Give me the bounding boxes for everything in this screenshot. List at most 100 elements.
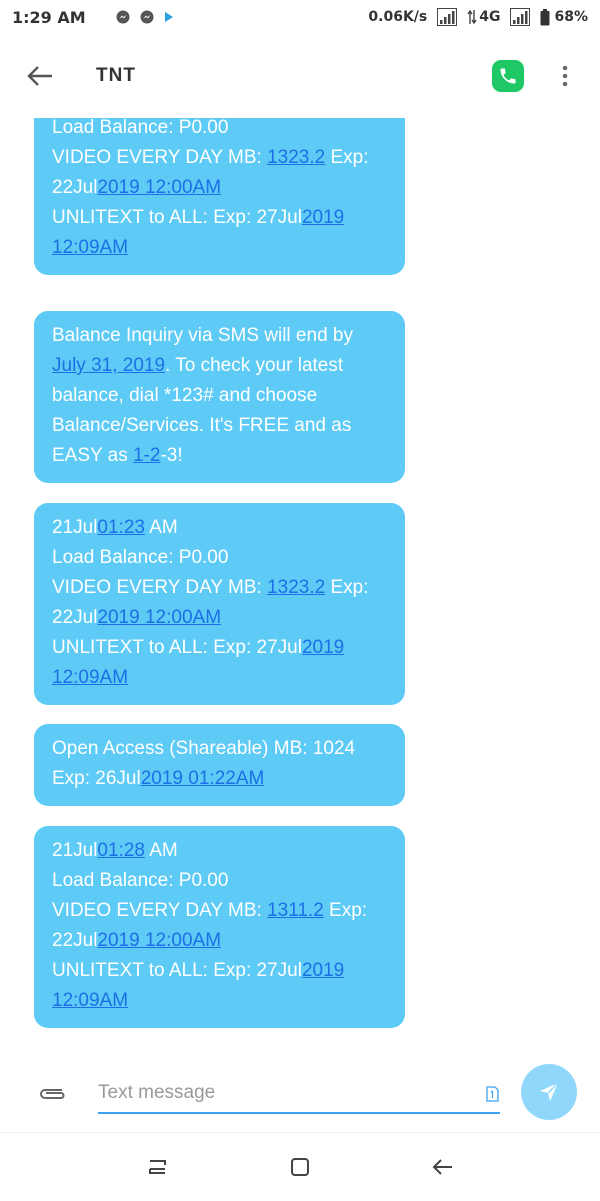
message-bubble[interactable]: 21Jul01:23 AM Load Balance: P0.00 VIDEO EV… [34,503,405,705]
home-icon [291,1158,309,1176]
message-link[interactable]: 12:09AM [52,667,128,688]
message-line: Load Balance: P0.00 [52,866,387,896]
message-link[interactable]: 01:23 [97,517,145,538]
message-bubble[interactable]: Balance Inquiry via SMS will end by July … [34,311,405,483]
message-text: 22Jul [52,930,98,951]
message-link[interactable]: 2019 12:00AM [97,177,221,198]
send-button[interactable] [521,1064,577,1120]
messenger-icon [116,10,130,24]
message-line: Load Balance: P0.00 [52,118,387,143]
message-link[interactable]: 01:28 [97,840,145,861]
attach-button[interactable] [34,1076,70,1112]
message-link[interactable]: 1323.2 [267,577,325,598]
phone-icon [500,68,516,84]
message-link[interactable]: 2019 [302,207,344,228]
message-text: Exp: [325,147,369,168]
message-input[interactable] [98,1074,500,1114]
battery-level: 68% [554,9,588,25]
message-line: July 31, 2019. To check your latest [52,351,387,381]
call-button[interactable] [492,60,524,92]
message-link[interactable]: 12:09AM [52,990,128,1011]
message-link[interactable]: 1323.2 [267,147,325,168]
conversation-header: TNT [0,34,600,118]
message-text: AM [144,840,178,861]
message-text: EASY as [52,445,133,466]
back-icon [432,1159,452,1175]
message-text: Open Access (Shareable) MB: 1024 [52,738,356,759]
message-link[interactable]: 2019 [302,960,344,981]
recent-apps-button[interactable] [140,1151,176,1183]
message-text: UNLITEXT to ALL: Exp: 27Jul [52,960,302,981]
message-text: VIDEO EVERY DAY MB: [52,577,268,598]
message-text: Balance/Services. It's FREE and as [52,415,352,436]
message-link[interactable]: 1-2 [133,445,160,466]
message-line: 22Jul2019 12:00AM [52,926,387,956]
message-bubble[interactable]: Open Access (Shareable) MB: 1024 Exp: 26J… [34,724,405,806]
back-nav-button[interactable] [424,1151,460,1183]
send-icon [540,1082,559,1101]
message-text: VIDEO EVERY DAY MB: [52,147,268,168]
message-link[interactable]: 2019 12:00AM [97,930,221,951]
message-line: Exp: 26Jul2019 01:22AM [52,764,387,794]
message-line: Balance/Services. It's FREE and as [52,411,387,441]
message-text: balance, dial *123# and choose [52,385,318,406]
compose-bar [0,1058,600,1130]
message-text: UNLITEXT to ALL: Exp: 27Jul [52,207,302,228]
status-time: 1:29 AM [12,7,86,27]
message-text: Exp: 26Jul [52,768,141,789]
message-line: UNLITEXT to ALL: Exp: 27Jul2019 [52,633,387,663]
message-line: 21Jul01:28 AM [52,836,387,866]
message-text: Load Balance: P0.00 [52,118,229,138]
battery-icon [540,8,550,26]
message-link[interactable]: July 31, 2019 [52,355,165,376]
recent-apps-icon [149,1160,166,1174]
message-line: balance, dial *123# and choose [52,381,387,411]
messenger-icon [140,10,154,24]
message-line: UNLITEXT to ALL: Exp: 27Jul2019 [52,203,387,233]
network-speed: 0.06K/s [368,9,428,25]
message-line: Open Access (Shareable) MB: 1024 [52,734,387,764]
contact-name: TNT [96,65,136,86]
message-list[interactable]: 21Jul01:23 AMLoad Balance: P0.00VIDEO EV… [0,118,600,1043]
message-link[interactable]: 2019 01:22AM [141,768,265,789]
message-link[interactable]: 12:09AM [52,237,128,258]
home-button[interactable] [282,1151,318,1183]
message-text: 22Jul [52,607,98,628]
message-line: 22Jul2019 12:00AM [52,173,387,203]
message-line: 12:09AM [52,986,387,1016]
message-line: VIDEO EVERY DAY MB: 1323.2 Exp: [52,143,387,173]
message-text: Balance Inquiry via SMS will end by [52,325,353,346]
message-text: -3! [160,445,183,466]
message-text: Load Balance: P0.00 [52,547,229,568]
arrow-left-icon [27,66,52,86]
message-line: 12:09AM [52,663,387,693]
more-vert-icon [562,65,568,87]
message-link[interactable]: 1311.2 [267,900,324,921]
message-line: Load Balance: P0.00 [52,543,387,573]
signal-icon [510,8,531,26]
message-text: . To check your latest [165,355,344,376]
back-button[interactable] [20,56,60,96]
message-bubble[interactable]: 21Jul01:23 AMLoad Balance: P0.00VIDEO EV… [34,118,405,275]
message-text: AM [144,517,178,538]
data-arrows-icon [467,9,477,25]
network-type: 4G [479,9,501,25]
message-line: 12:09AM [52,233,387,263]
message-text: 21Jul [52,517,98,538]
message-line: UNLITEXT to ALL: Exp: 27Jul2019 [52,956,387,986]
message-bubble[interactable]: 21Jul01:28 AM Load Balance: P0.00 VIDEO EV… [34,826,405,1028]
message-text: 21Jul [52,840,98,861]
message-text: VIDEO EVERY DAY MB: [52,900,268,921]
more-options-button[interactable] [550,56,580,96]
message-link[interactable]: 2019 12:00AM [97,607,221,628]
play-icon [164,11,174,23]
signal-icon [437,8,458,26]
message-text: Exp: [325,577,369,598]
message-line: Balance Inquiry via SMS will end by [52,321,387,351]
message-link[interactable]: 2019 [302,637,344,658]
message-line: VIDEO EVERY DAY MB: 1323.2 Exp: [52,573,387,603]
message-text: 22Jul [52,177,98,198]
message-line: 22Jul2019 12:00AM [52,603,387,633]
paperclip-icon [40,1089,65,1099]
sim-1-icon[interactable] [482,1084,502,1104]
